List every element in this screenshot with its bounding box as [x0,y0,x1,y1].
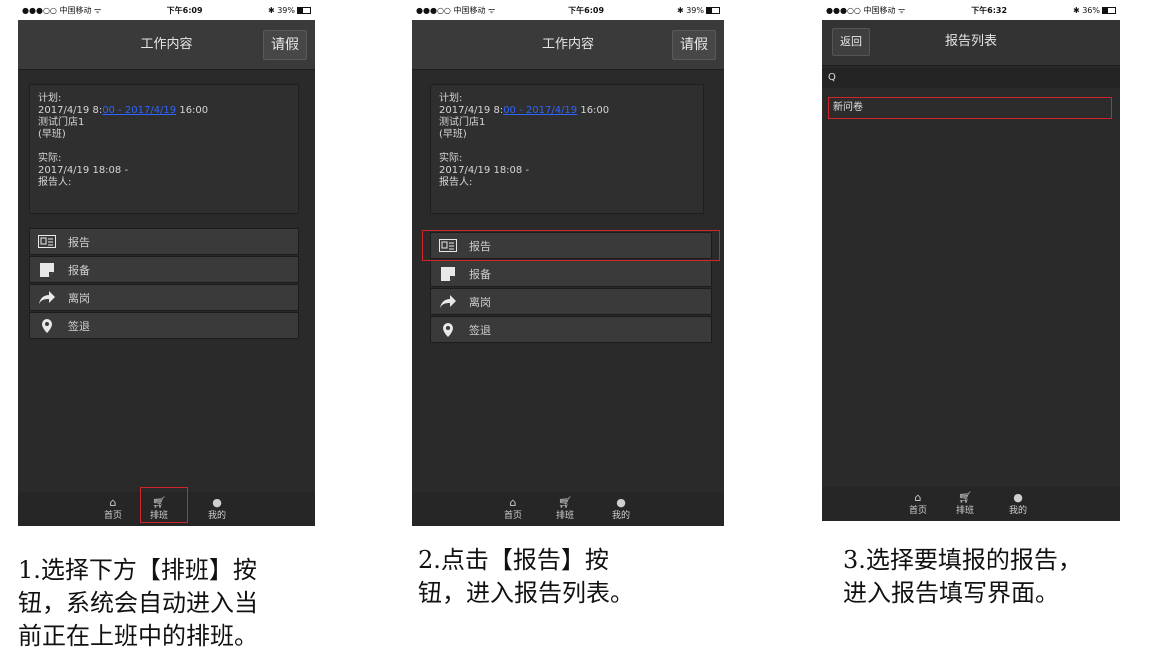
menu-item-filing[interactable]: 报备 [430,260,712,287]
actual-time: 2017/4/19 18:08 - [439,165,530,176]
tab-me[interactable]: ● 我的 [603,494,639,524]
plan-label: 计划: [38,93,62,104]
nav-bar: 返回 报告列表 [822,20,1120,66]
clock: 下午6:09 [568,5,605,15]
user-icon: ● [212,496,222,509]
tab-bar: ⌂ 首页 🛒︎ 排班 ● 我的 [822,487,1120,521]
newspaper-icon [439,239,457,253]
battery-icon [705,6,720,14]
schedule-detail-card: 计划: 2017/4/19 8:00 - 2017/4/19 16:00 测试门… [29,84,299,214]
caption-step-2: 2.点击【报告】按 钮，进入报告列表。 [418,546,634,607]
nav-bar: 工作内容 请假 [18,20,315,70]
screenshot-work-content-1: ●●●○○ 中国移动 ᯤ 下午6:09 ✱ 39% 工作内容 请假 计划: 20… [18,0,315,526]
home-icon: ⌂ [509,496,517,509]
plan-time: 2017/4/19 8:00 - 2017/4/19 16:00 [38,105,209,116]
shift-name: (早班) [38,129,66,140]
map-marker-icon [439,322,457,337]
menu-item-label: 报备 [469,267,491,281]
plan-time-link[interactable]: 00 - 2017/4/19 [102,105,176,116]
status-bar: ●●●○○ 中国移动 ᯤ 下午6:09 ✱ 39% [18,0,315,20]
menu-item-filing[interactable]: 报备 [29,256,299,283]
menu-item-label: 报告 [68,235,90,249]
menu-item-report[interactable]: 报告 [29,228,299,255]
sticky-note-icon [38,262,56,277]
report-list-item[interactable]: 新问卷 [828,97,1112,119]
status-bar: ●●●○○ 中国移动 ᯤ 下午6:09 ✱ 39% [412,0,724,20]
menu-item-label: 报备 [68,263,90,277]
tab-bar: ⌂ 首页 🛒︎ 排班 ● 我的 [412,492,724,526]
tab-home[interactable]: ⌂ 首页 [95,494,131,524]
search-icon: Q [828,72,836,83]
action-menu: 报告 报备 离岗 签退 [29,228,299,340]
shift-name: (早班) [439,129,467,140]
nav-bar: 工作内容 请假 [412,20,724,70]
plan-time-link[interactable]: 00 - 2017/4/19 [503,105,577,116]
battery-icon [296,6,311,14]
cart-icon: 🛒︎ [152,496,166,509]
reporter-label: 报告人: [38,177,72,188]
actual-label: 实际: [439,153,463,164]
clock: 下午6:09 [166,5,203,15]
share-arrow-icon [38,291,56,305]
tab-schedule[interactable]: 🛒︎ 排班 [141,494,177,524]
share-arrow-icon [439,295,457,309]
leave-button[interactable]: 请假 [263,30,307,60]
clock: 下午6:32 [971,5,1008,15]
actual-time: 2017/4/19 18:08 - [38,165,129,176]
search-bar[interactable]: Q [822,68,1120,88]
store-name: 测试门店1 [439,117,486,128]
carrier-signal: ●●●○○ 中国移动 ᯤ [826,5,906,15]
user-icon: ● [1013,491,1023,504]
cart-icon: 🛒︎ [558,496,572,509]
tab-bar: ⌂ 首页 🛒︎ 排班 ● 我的 [18,492,315,526]
tab-home[interactable]: ⌂ 首页 [495,494,531,524]
action-menu: 报告 报备 离岗 签退 [430,232,712,344]
battery-status: ✱ 36% [1073,6,1116,15]
menu-item-label: 签退 [68,319,90,333]
home-icon: ⌂ [109,496,117,509]
battery-status: ✱ 39% [677,6,720,15]
menu-item-label: 离岗 [469,295,491,309]
page-title: 报告列表 [944,34,997,49]
tab-schedule[interactable]: 🛒︎ 排班 [547,494,583,524]
newspaper-icon [38,235,56,249]
battery-status: ✱ 39% [268,6,311,15]
menu-item-leave-post[interactable]: 离岗 [29,284,299,311]
menu-item-report[interactable]: 报告 [430,232,712,259]
status-bar: ●●●○○ 中国移动 ᯤ 下午6:32 ✱ 36% [822,0,1120,20]
leave-button[interactable]: 请假 [672,30,716,60]
screenshot-report-list: ●●●○○ 中国移动 ᯤ 下午6:32 ✱ 36% 返回 报告列表 Q 新问卷 … [822,0,1120,521]
menu-item-sign-out[interactable]: 签退 [29,312,299,339]
store-name: 测试门店1 [38,117,85,128]
menu-item-label: 离岗 [68,291,90,305]
plan-label: 计划: [439,93,463,104]
carrier-signal: ●●●○○ 中国移动 ᯤ [416,5,496,15]
caption-step-3: 3.选择要填报的报告， 进入报告填写界面。 [843,546,1082,607]
menu-item-sign-out[interactable]: 签退 [430,316,712,343]
menu-item-label: 签退 [469,323,491,337]
screenshot-work-content-2: ●●●○○ 中国移动 ᯤ 下午6:09 ✱ 39% 工作内容 请假 计划: 20… [412,0,724,526]
sticky-note-icon [439,266,457,281]
tab-me[interactable]: ● 我的 [199,494,235,524]
plan-time: 2017/4/19 8:00 - 2017/4/19 16:00 [439,105,610,116]
user-icon: ● [616,496,626,509]
carrier-signal: ●●●○○ 中国移动 ᯤ [22,5,102,15]
tab-home[interactable]: ⌂ 首页 [900,489,936,519]
menu-item-leave-post[interactable]: 离岗 [430,288,712,315]
map-marker-icon [38,318,56,333]
home-icon: ⌂ [914,491,922,504]
reporter-label: 报告人: [439,177,473,188]
battery-icon [1101,6,1116,14]
caption-step-1: 1.选择下方【排班】按 钮，系统会自动进入当 前正在上班中的排班。 [18,556,258,650]
actual-label: 实际: [38,153,62,164]
tab-schedule[interactable]: 🛒︎ 排班 [947,489,983,519]
menu-item-label: 报告 [469,239,491,253]
schedule-detail-card: 计划: 2017/4/19 8:00 - 2017/4/19 16:00 测试门… [430,84,704,214]
tab-me[interactable]: ● 我的 [1000,489,1036,519]
cart-icon: 🛒︎ [958,491,972,504]
